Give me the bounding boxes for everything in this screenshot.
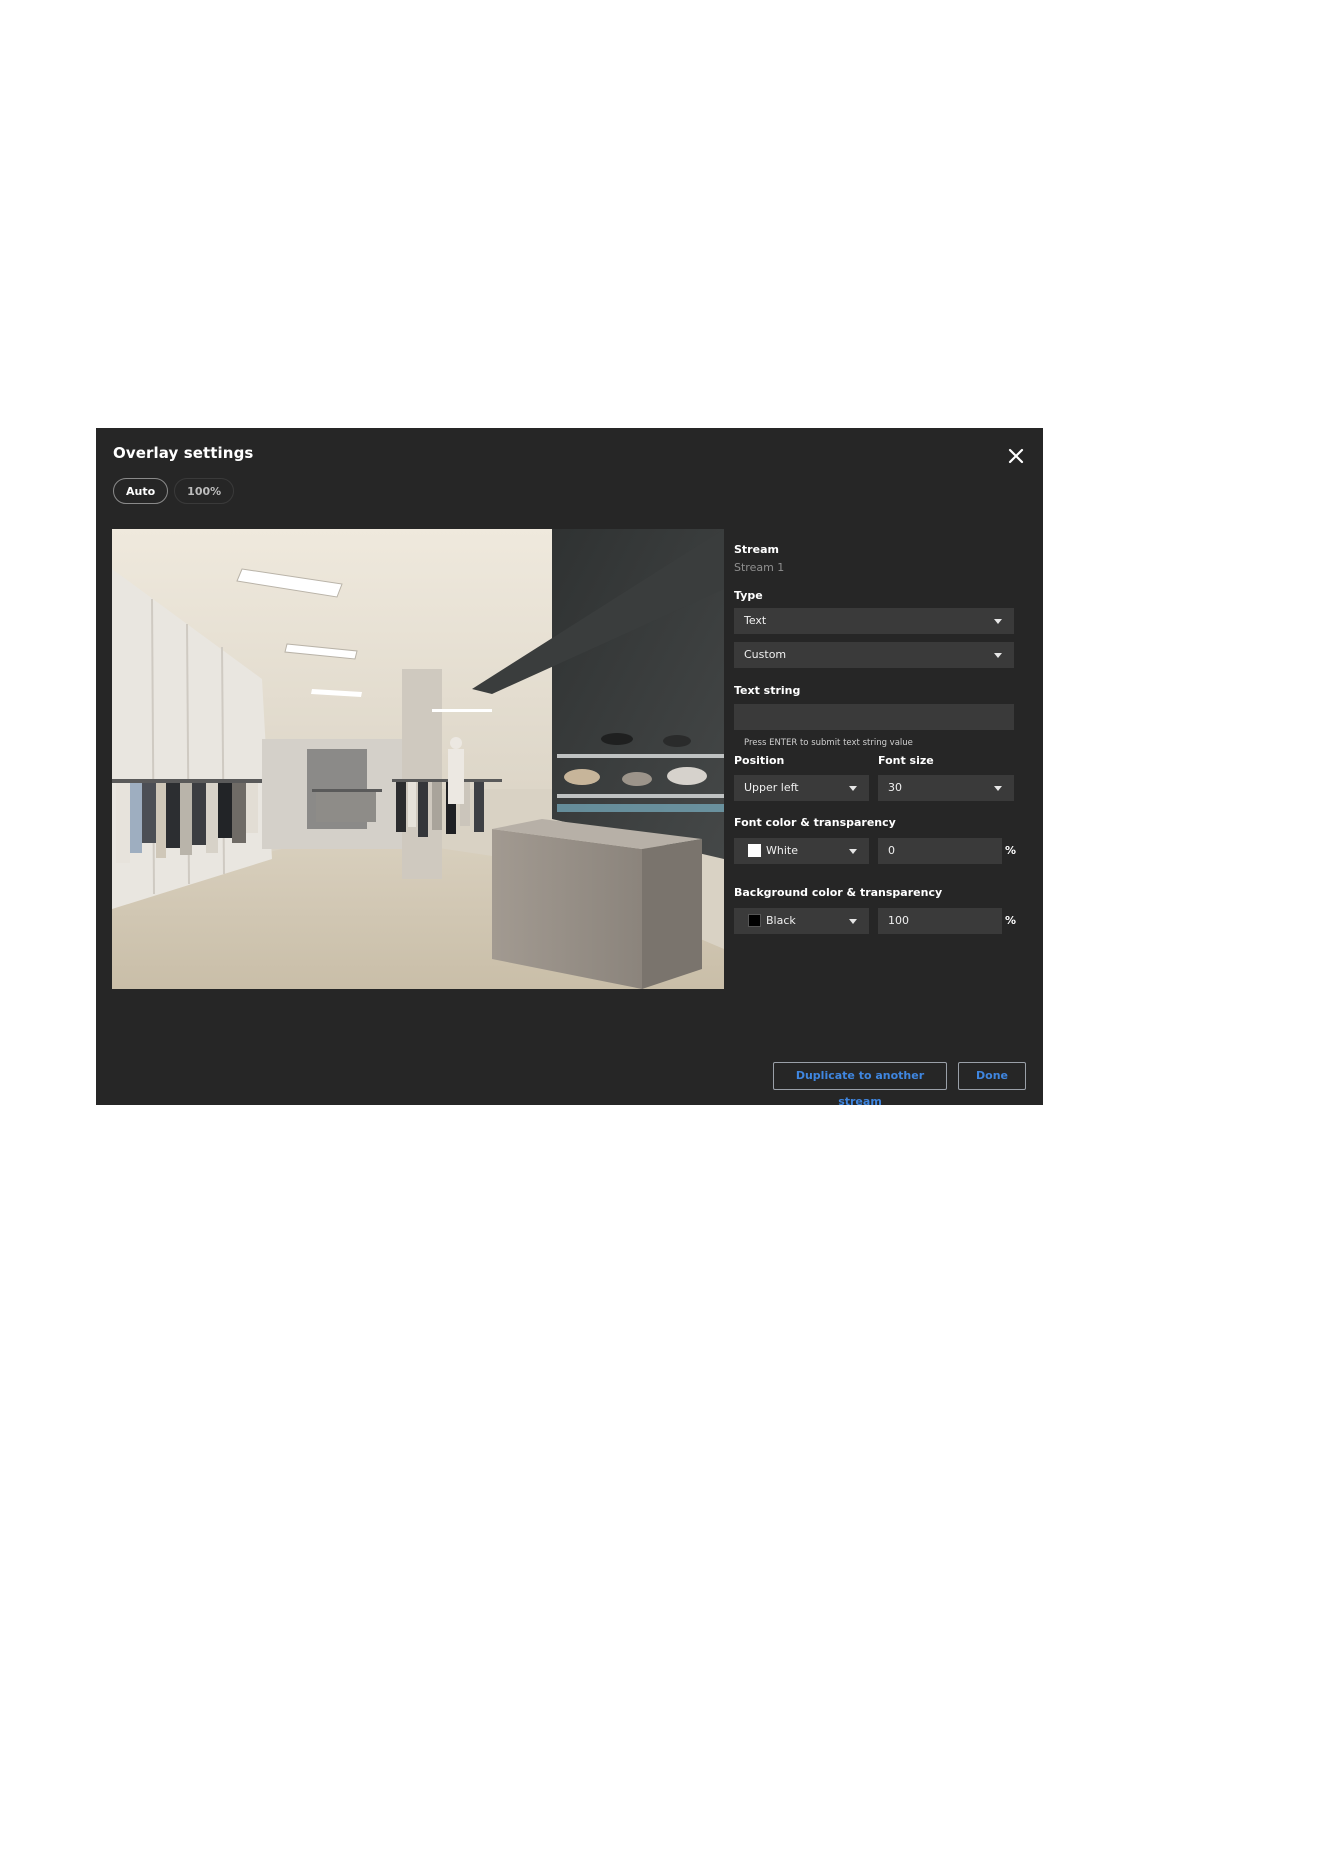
position-select-value: Upper left xyxy=(744,781,799,794)
position-label: Position xyxy=(734,754,785,767)
background-color-select-value: Black xyxy=(766,914,796,927)
stream-value: Stream 1 xyxy=(734,561,785,574)
overlay-settings-dialog: Overlay settings Auto 100% Stream Stream… xyxy=(96,428,1043,1108)
type-select[interactable]: Text xyxy=(734,608,1014,634)
store-interior-picture xyxy=(112,529,724,989)
text-string-input[interactable] xyxy=(734,704,1014,730)
background-color-label: Background color & transparency xyxy=(734,886,943,899)
background-color-swatch xyxy=(748,913,761,927)
font-color-select-value: White xyxy=(766,844,798,857)
done-button[interactable]: Done xyxy=(958,1062,1026,1090)
dialog-title: Overlay settings xyxy=(113,444,254,462)
font-size-select-value: 30 xyxy=(888,781,902,794)
background-color-select[interactable]: Black xyxy=(734,908,869,934)
duplicate-to-another-stream-button[interactable]: Duplicate to another stream xyxy=(773,1062,947,1108)
font-transparency-input[interactable]: 0 xyxy=(878,838,1002,864)
text-string-hint: Press ENTER to submit text string value xyxy=(744,738,913,748)
zoom-100-button[interactable]: 100% xyxy=(174,478,235,504)
chevron-down-icon xyxy=(849,919,857,924)
position-select[interactable]: Upper left xyxy=(734,775,869,801)
font-size-select[interactable]: 30 xyxy=(878,775,1014,801)
camera-preview-image xyxy=(112,529,724,989)
text-string-label: Text string xyxy=(734,684,801,697)
background-transparency-percent: % xyxy=(1005,914,1017,927)
type-label: Type xyxy=(734,589,763,602)
background-transparency-input[interactable]: 100 xyxy=(878,908,1002,934)
type-select-value: Text xyxy=(744,614,767,627)
type-sub-select[interactable]: Custom xyxy=(734,642,1014,668)
stream-label: Stream xyxy=(734,543,779,556)
font-size-label: Font size xyxy=(878,754,934,767)
chevron-down-icon xyxy=(849,786,857,791)
zoom-toggle: Auto 100% xyxy=(113,478,235,504)
type-sub-select-value: Custom xyxy=(744,648,787,661)
chevron-down-icon xyxy=(994,653,1002,658)
font-color-swatch xyxy=(748,843,761,857)
chevron-down-icon xyxy=(994,619,1002,624)
chevron-down-icon xyxy=(994,786,1002,791)
font-color-select[interactable]: White xyxy=(734,838,869,864)
chevron-down-icon xyxy=(849,849,857,854)
overlay-settings-panel: Stream Stream 1 Type Text Custom Text st… xyxy=(734,428,1024,1105)
font-transparency-percent: % xyxy=(1005,844,1017,857)
zoom-auto-button[interactable]: Auto xyxy=(113,478,169,504)
font-color-label: Font color & transparency xyxy=(734,816,896,829)
